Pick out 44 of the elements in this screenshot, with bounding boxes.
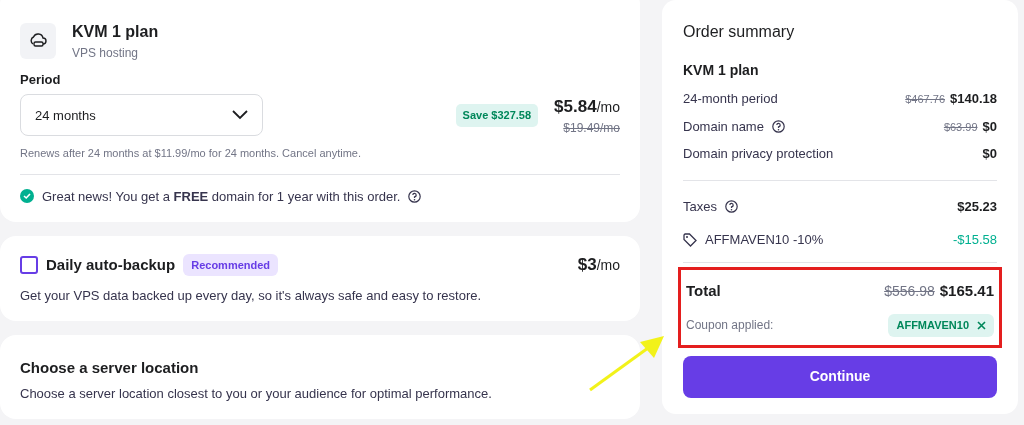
coupon-discount-label: AFFMAVEN10 -10% — [705, 231, 824, 249]
tax-amount: $25.23 — [957, 197, 997, 216]
plan-title: KVM 1 plan — [72, 22, 159, 42]
monthly-price: $5.84/mo — [554, 95, 620, 118]
backup-price: $3/mo — [577, 254, 620, 276]
backup-title: Daily auto-backup — [46, 254, 176, 275]
coupon-tag: AFFMAVEN10 — [888, 314, 994, 337]
recommended-badge: Recommended — [183, 253, 279, 276]
backup-checkbox[interactable] — [20, 255, 38, 274]
item-label: 24-month period — [683, 90, 778, 108]
summary-title: Order summary — [683, 22, 796, 42]
tag-icon — [683, 232, 697, 247]
coupon-label: Coupon applied: — [686, 317, 774, 335]
tax-label: Taxes — [683, 197, 717, 216]
backup-description: Get your VPS data backed up every day, so it's always safe and easy to restore. — [20, 286, 483, 305]
help-icon[interactable] — [408, 189, 422, 203]
discount-amount: -$15.58 — [952, 231, 997, 249]
total-label: Total — [686, 280, 721, 301]
total-old-price: $556.98 — [884, 282, 935, 299]
cloud-icon — [20, 23, 56, 59]
help-icon[interactable] — [771, 119, 785, 133]
renewal-note: Renews after 24 months at $11.99/mo for 24 months. Cancel anytime. — [20, 146, 362, 161]
domain-notice: Great news! You get a FREE domain for 1 year with this order. — [42, 187, 401, 206]
savings-badge: Save $327.58 — [455, 104, 539, 127]
item-old-price: $63.99 — [943, 120, 978, 133]
item-label: Domain name — [683, 117, 764, 136]
help-icon[interactable] — [724, 199, 738, 213]
period-select[interactable]: 24 months — [20, 94, 263, 137]
continue-button[interactable]: Continue — [683, 355, 997, 398]
location-description: Choose a server location closest to you or your audience for optimal performance. — [20, 384, 493, 403]
close-icon[interactable] — [977, 320, 986, 330]
item-price: $0 — [982, 146, 997, 161]
check-circle-icon — [20, 189, 34, 204]
summary-plan: KVM 1 plan — [683, 61, 760, 80]
item-price: $140.18 — [950, 91, 997, 106]
location-title: Choose a server location — [20, 358, 200, 378]
chevron-down-icon — [232, 110, 248, 121]
item-price: $0 — [982, 118, 997, 134]
item-old-price: $467.76 — [905, 93, 945, 105]
period-label: Period — [20, 71, 62, 89]
item-label: Domain privacy protection — [683, 145, 834, 163]
total-price: $165.41 — [939, 281, 994, 299]
plan-subtitle: VPS hosting — [72, 45, 140, 62]
old-price: $19.49/mo — [562, 120, 620, 137]
